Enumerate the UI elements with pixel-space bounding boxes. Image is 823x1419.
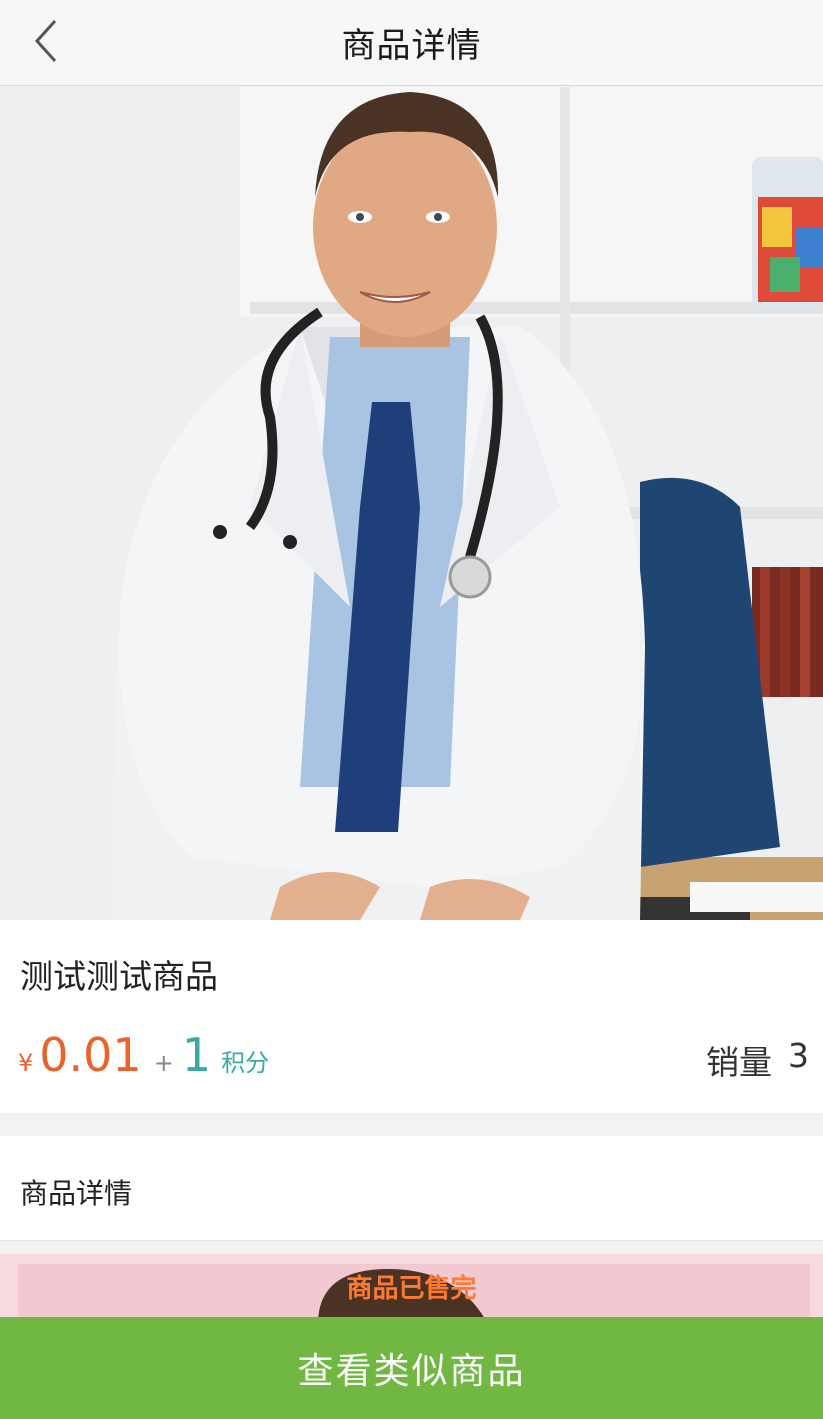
price-row: ¥ 0.01 + 1 积分 — [18, 1028, 269, 1082]
details-title: 商品详情 — [20, 1177, 133, 1210]
product-image — [0, 87, 823, 920]
points-unit: 积分 — [221, 1049, 270, 1077]
product-price: 0.01 — [39, 1028, 142, 1082]
view-similar-button[interactable]: 查看类似商品 — [0, 1317, 823, 1419]
product-info-card: 测试测试商品 ¥ 0.01 + 1 积分 销量 3 — [0, 920, 823, 1113]
product-name: 测试测试商品 — [20, 957, 218, 996]
sold-out-label: 商品已售完 — [346, 1274, 477, 1304]
plus-sign: + — [153, 1049, 174, 1077]
sales-value: 3 — [788, 1036, 809, 1075]
sales-count: 销量 3 — [706, 1036, 809, 1084]
sales-label: 销量 — [706, 1043, 772, 1082]
details-section: 商品详情 — [0, 1136, 823, 1241]
page-title: 商品详情 — [341, 26, 482, 66]
chevron-left-icon — [34, 19, 57, 63]
points-value: 1 — [181, 1028, 212, 1082]
back-button[interactable] — [18, 10, 74, 72]
product-detail-page: 商品详情 测试测试商品 ¥ 0.01 + 1 积分 销量 3 商品详情 商品已售… — [0, 0, 823, 1419]
top-bar: 商品详情 — [0, 0, 823, 86]
currency-symbol: ¥ — [18, 1049, 34, 1077]
